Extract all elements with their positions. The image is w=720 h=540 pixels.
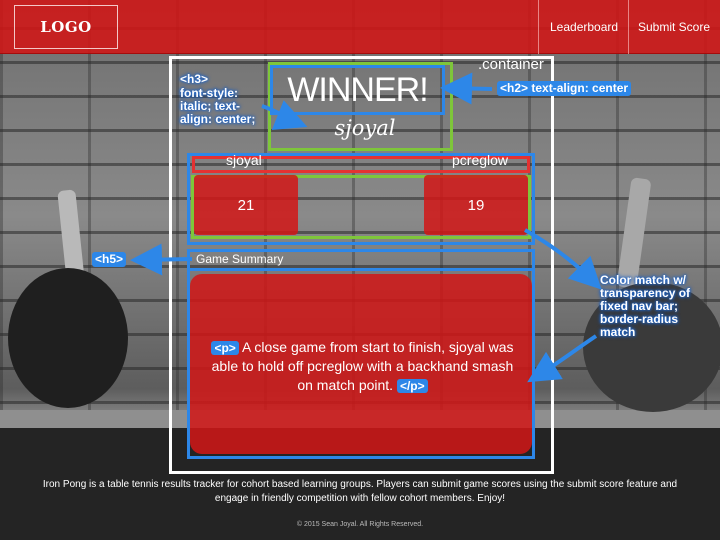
logo[interactable]: LOGO: [14, 5, 118, 49]
player-name-left: sjoyal: [226, 152, 262, 168]
annotation-h2-style: text-align: center: [531, 81, 629, 95]
nav-link-submit-score[interactable]: Submit Score: [638, 0, 710, 54]
annotation-color-note: Color match w/ transparency of fixed nav…: [600, 273, 691, 339]
summary-text: <p> A close game from start to finish, s…: [210, 338, 515, 395]
annotation-p-close: </p>: [396, 379, 428, 393]
score-box-right: 19: [424, 175, 528, 235]
score-value-right: 19: [467, 196, 485, 214]
footer-description: Iron Pong is a table tennis results trac…: [42, 479, 678, 504]
summary-heading: Game Summary: [196, 252, 284, 266]
nav-divider: [538, 0, 539, 54]
annotation-h2-tag: <h2>: [500, 81, 529, 95]
nav-bar: LOGO Leaderboard Submit Score: [0, 0, 720, 54]
annotation-h2: <h2> text-align: center: [497, 81, 632, 96]
score-value-left: 21: [237, 196, 255, 214]
winner-name: sjoyal: [334, 116, 396, 140]
nav-link-leaderboard[interactable]: Leaderboard: [550, 0, 618, 54]
summary-paragraph: A close game from start to finish, sjoya…: [211, 339, 514, 393]
paddle-left: [8, 268, 128, 408]
copyright: © 2015 Sean Joyal. All Rights Reserved.: [296, 521, 424, 528]
player-name-right: pcreglow: [452, 152, 509, 168]
annotation-p-open: <p>: [211, 341, 239, 355]
container-label: .container: [478, 56, 544, 73]
winner-heading: WINNER!: [287, 70, 428, 109]
annotation-h3-style: font-style: italic; text-align: center;: [180, 86, 256, 126]
nav-divider: [628, 0, 629, 54]
annotation-h3: <h3>: [180, 72, 209, 86]
score-box-left: 21: [194, 175, 298, 235]
annotation-h5: <h5>: [92, 252, 127, 267]
summary-divider: [187, 268, 535, 271]
